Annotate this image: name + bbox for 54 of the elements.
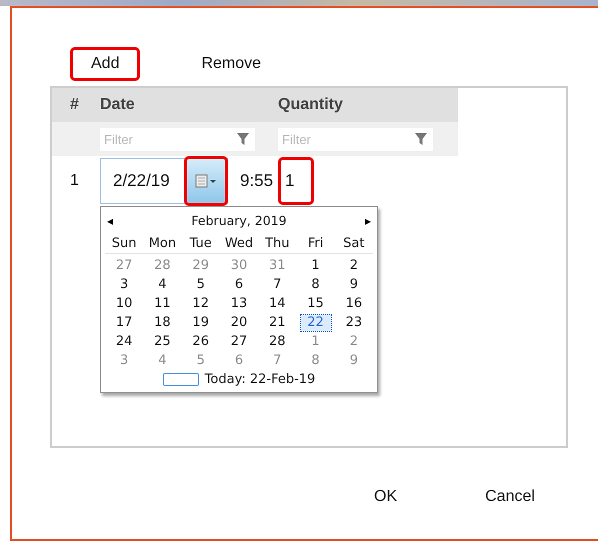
column-header[interactable]: # [52,88,100,122]
calendar-day[interactable]: 27 [226,333,252,351]
filter-field[interactable]: Filter [278,128,433,150]
calendar-day[interactable]: 8 [302,276,329,294]
calendar-day[interactable]: 9 [340,276,367,294]
calendar-day[interactable]: 22 [300,314,332,332]
calendar-day[interactable]: 11 [149,295,176,313]
calendar-caret-icon [195,174,217,188]
calendar-day[interactable]: 10 [111,295,138,313]
calendar-day[interactable]: 23 [340,314,367,332]
calendar-day[interactable]: 14 [264,295,290,313]
previous-month-button[interactable]: ◂ [105,214,116,228]
column-header[interactable]: Date [100,88,278,122]
quantity-cell[interactable]: 1 [278,157,314,205]
date-picker-button[interactable] [184,156,228,206]
calendar-day[interactable]: 3 [111,276,138,294]
today-marker [162,373,199,386]
calendar-day[interactable]: 12 [188,295,214,313]
calendar-day[interactable]: 18 [149,314,176,332]
column-header[interactable]: Quantity [278,88,458,122]
calendar-day[interactable]: 16 [340,295,367,313]
filter-field[interactable]: Filter [100,128,255,150]
calendar-day[interactable]: 6 [226,276,252,294]
toolbar-button[interactable]: Add [70,47,140,81]
calendar-day[interactable]: 17 [111,314,138,332]
weekday-label: Thu [258,236,296,254]
calendar-day[interactable]: 13 [226,295,252,313]
filter-icon [237,132,249,144]
weekday-label: Wed [220,236,258,254]
today-link[interactable]: Today: 22-Feb-19 [204,372,316,387]
filter-icon [415,132,427,144]
calendar-day[interactable]: 28 [264,333,290,351]
next-month-button[interactable]: ▸ [362,214,373,228]
calendar-day[interactable]: 7 [264,276,290,294]
weekday-label: Sat [334,236,373,254]
calendar-day[interactable]: 24 [111,333,138,351]
weekday-label: Fri [296,236,335,254]
calendar-day[interactable]: 20 [226,314,252,332]
month-title: February, 2019 [191,213,287,228]
calendar-day[interactable]: 25 [149,333,176,351]
weekday-label: Tue [182,236,220,254]
calendar-day[interactable]: 5 [188,276,214,294]
date-field[interactable]: 2/22/19 [100,158,228,204]
row-number: 1 [52,156,100,206]
time-value: 9:55 [240,170,274,192]
calendar-day[interactable]: 15 [302,295,329,313]
calendar-day[interactable]: 26 [188,333,214,351]
calendar-day[interactable]: 21 [264,314,290,332]
calendar-day[interactable]: 2 [340,257,367,275]
calendar-day[interactable]: 1 [302,257,329,275]
calendar-day[interactable]: 19 [188,314,214,332]
calendar-day[interactable]: 4 [149,276,176,294]
weekday-label: Sun [105,236,144,254]
weekday-label: Mon [143,236,182,254]
